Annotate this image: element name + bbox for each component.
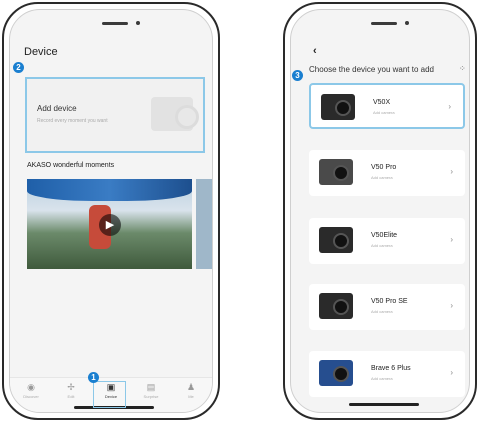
device-subtitle: Add camera	[371, 175, 393, 180]
loading-spinner-icon: ⁘	[459, 64, 466, 73]
device-item-brave-6-plus[interactable]: Brave 6 Plus Add camera ›	[309, 351, 465, 397]
step-badge-3: 3	[292, 70, 303, 81]
video-thumbnail[interactable]: ▶	[27, 179, 192, 269]
paraglider-wing	[27, 179, 192, 201]
speaker-grille	[102, 22, 128, 25]
camera-thumbnail	[319, 227, 353, 253]
tab-discover[interactable]: ◉ Discover	[16, 382, 46, 399]
add-device-title: Add device	[37, 104, 77, 113]
chevron-right-icon: ›	[450, 368, 453, 377]
device-screen: Device Add device Record every moment yo…	[9, 9, 213, 413]
home-indicator	[349, 403, 419, 406]
speaker-grille	[371, 22, 397, 25]
compass-icon: ◉	[27, 382, 35, 392]
back-button[interactable]: ‹	[313, 45, 317, 57]
device-subtitle: Add camera	[371, 309, 393, 314]
device-name: V50 Pro SE	[371, 298, 408, 305]
device-name: V50X	[373, 99, 391, 106]
device-subtitle: Add camera	[371, 243, 393, 248]
moments-title: AKASO wonderful moments	[27, 162, 115, 169]
step-badge-2: 2	[13, 62, 24, 73]
device-name: V50 Pro	[371, 164, 397, 171]
device-item-v50-pro[interactable]: V50 Pro Add camera ›	[309, 150, 465, 196]
device-subtitle: Add camera	[371, 376, 393, 381]
device-tab-highlight	[93, 381, 126, 408]
page-title: Device	[24, 46, 58, 58]
device-item-v50elite[interactable]: V50Elite Add camera ›	[309, 218, 465, 264]
tab-me[interactable]: ♟ Me	[176, 382, 206, 399]
device-subtitle: Add camera	[373, 110, 395, 115]
tab-edit[interactable]: ✢ Edit	[56, 382, 86, 399]
page-title: Choose the device you want to add	[309, 65, 434, 74]
edit-icon: ✢	[67, 382, 75, 392]
device-item-v50-pro-se[interactable]: V50 Pro SE Add camera ›	[309, 284, 465, 330]
choose-device-screen: ‹ Choose the device you want to add ⁘ V5…	[290, 9, 470, 413]
device-name: Brave 6 Plus	[371, 365, 411, 372]
phone-choose-device-screen: ‹ Choose the device you want to add ⁘ V5…	[283, 2, 477, 420]
next-video-thumbnail[interactable]	[196, 179, 212, 269]
chevron-right-icon: ›	[448, 102, 451, 111]
device-name: V50Elite	[371, 232, 398, 239]
chevron-right-icon: ›	[450, 301, 453, 310]
phone-device-screen: Device Add device Record every moment yo…	[2, 2, 220, 420]
camera-placeholder-icon	[151, 97, 199, 131]
step-badge-1: 1	[88, 372, 99, 383]
play-icon[interactable]: ▶	[99, 214, 121, 236]
tab-surprise[interactable]: ▤ Surprise	[136, 382, 166, 399]
person-icon: ♟	[186, 382, 196, 392]
front-camera-dot	[405, 21, 409, 25]
camera-thumbnail	[321, 94, 355, 120]
gift-icon: ▤	[146, 382, 156, 392]
device-item-v50x[interactable]: V50X Add camera ›	[309, 83, 465, 129]
chevron-right-icon: ›	[450, 167, 453, 176]
camera-thumbnail	[319, 159, 353, 185]
add-device-card[interactable]: Add device Record every moment you want	[25, 77, 205, 153]
chevron-right-icon: ›	[450, 235, 453, 244]
camera-thumbnail	[319, 293, 353, 319]
front-camera-dot	[136, 21, 140, 25]
camera-thumbnail	[319, 360, 353, 386]
add-device-subtitle: Record every moment you want	[37, 118, 108, 124]
